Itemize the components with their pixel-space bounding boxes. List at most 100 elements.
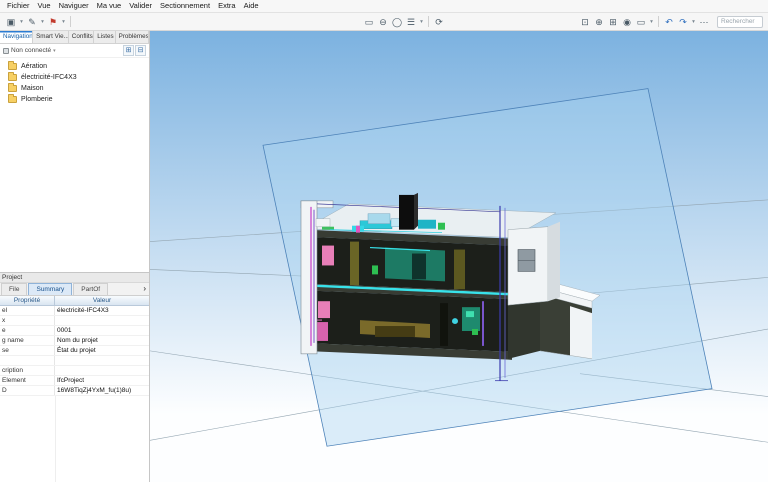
screen-icon[interactable]: ▭ [362, 14, 376, 30]
edit-caret-icon[interactable]: ▾ [39, 14, 46, 30]
property-name: cription [0, 366, 55, 375]
partition-wall [440, 303, 448, 346]
refresh-icon[interactable]: ⟳ [432, 14, 446, 30]
zoom-in-icon[interactable]: ⊕ [592, 14, 606, 30]
tree-item-electricite[interactable]: électricité-IFC4X3 [0, 72, 149, 83]
menu-fichier[interactable]: Fichier [3, 0, 34, 12]
properties-table-filler [0, 396, 149, 482]
green-unit-1f [472, 329, 478, 335]
property-row[interactable]: cription [0, 366, 149, 376]
property-row[interactable]: el électricité-IFC4X3 [0, 306, 149, 316]
tree-item-label: électricité-IFC4X3 [21, 74, 77, 81]
right-wing-side [548, 221, 560, 302]
property-value [55, 356, 149, 365]
property-name [0, 356, 55, 365]
folder-icon [8, 94, 17, 103]
menu-sectionnement[interactable]: Sectionnement [156, 0, 214, 12]
tab-partof[interactable]: PartOf [73, 283, 109, 295]
tab-file[interactable]: File [1, 283, 28, 295]
connection-status: Non connecté [11, 47, 52, 54]
undo-icon[interactable]: ↶ [662, 14, 676, 30]
viewport-canvas[interactable] [150, 31, 768, 482]
edit-icon[interactable]: ✎ [25, 14, 39, 30]
tab-listes[interactable]: Listes [94, 31, 116, 43]
status-caret-icon[interactable]: ▾ [53, 48, 56, 54]
green-unit-2f [372, 265, 378, 275]
tree-item-aeration[interactable]: Aération [0, 61, 149, 72]
roof-unit-blue-a [367, 213, 391, 224]
chimney-side [414, 192, 418, 230]
olive-wall-a [350, 241, 359, 286]
toolbar-right-group: ⊡ ⊕ ⊞ ◉ ▭ ▾ ↶ ↷ ▾ ⋯ [578, 14, 764, 30]
model-tree: Aération électricité-IFC4X3 Maison Plomb… [0, 58, 149, 108]
menu-vue[interactable]: Vue [34, 0, 55, 12]
copy-icon[interactable]: ▣ [4, 14, 18, 30]
property-name: D [0, 386, 55, 395]
toolbar-separator [658, 16, 659, 27]
main-toolbar: ▣ ▾ ✎ ▾ ⚑ ▾ ▭ ⊖ ◯ ☰ ▾ ⟳ ⊡ ⊕ ⊞ ◉ ▭ ▾ ↶ ↷ [0, 13, 768, 31]
roof-green-strip [322, 226, 334, 230]
properties-panel: Project File Summary PartOf › Propriété … [0, 272, 149, 482]
property-name: x [0, 316, 55, 325]
flag-caret-icon[interactable]: ▾ [60, 14, 67, 30]
more-icon[interactable]: ⋯ [697, 14, 711, 30]
tree-item-plomberie[interactable]: Plomberie [0, 94, 149, 105]
property-row[interactable]: e 0001 [0, 326, 149, 336]
menu-aide[interactable]: Aide [240, 0, 263, 12]
property-row[interactable]: se État du projet [0, 346, 149, 356]
toolbar-separator [70, 16, 71, 27]
property-row[interactable]: x [0, 316, 149, 326]
flag-icon[interactable]: ⚑ [46, 14, 60, 30]
menu-ma-vue[interactable]: Ma vue [93, 0, 126, 12]
tree-item-maison[interactable]: Maison [0, 83, 149, 94]
copy-caret-icon[interactable]: ▾ [18, 14, 25, 30]
list-caret-icon[interactable]: ▾ [418, 14, 425, 30]
property-value: électricité-IFC4X3 [57, 307, 109, 314]
sidebar-tabs: Navigation Smart Vie... Conflits Listes … [0, 31, 149, 44]
application-window: Fichier Vue Naviguer Ma vue Valider Sect… [0, 0, 768, 482]
pink-fixture-1 [318, 301, 330, 319]
column-header-property[interactable]: Propriété [0, 296, 55, 305]
search-input[interactable] [717, 15, 763, 28]
tab-summary[interactable]: Summary [28, 283, 73, 295]
tab-conflits[interactable]: Conflits [69, 31, 95, 43]
tree-item-label: Aération [21, 63, 48, 70]
pink-fixture-2 [316, 322, 328, 341]
display-caret-icon[interactable]: ▾ [648, 14, 655, 30]
viewport-3d[interactable] [150, 31, 768, 482]
kitchen-counter-dark [375, 326, 415, 337]
display-icon[interactable]: ▭ [634, 14, 648, 30]
tab-smart-view[interactable]: Smart Vie... [33, 31, 69, 43]
orbit-icon[interactable]: ◉ [620, 14, 634, 30]
menu-naviguer[interactable]: Naviguer [55, 0, 93, 12]
menu-valider[interactable]: Valider [125, 0, 156, 12]
redo-caret-icon[interactable]: ▾ [690, 14, 697, 30]
property-value: État du projet [57, 347, 96, 354]
menu-extra[interactable]: Extra [214, 0, 240, 12]
fit-view-icon[interactable]: ⊡ [578, 14, 592, 30]
list-icon[interactable]: ☰ [404, 14, 418, 30]
column-header-value[interactable]: Valeur [55, 296, 149, 305]
property-value: IfcProject [57, 377, 85, 384]
folder-icon [8, 83, 17, 92]
redo-icon[interactable]: ↷ [676, 14, 690, 30]
property-row[interactable]: g name Nom du projet [0, 336, 149, 346]
tree-tools: ⊞ ⊟ [123, 45, 146, 56]
expand-all-icon[interactable]: ⊞ [123, 45, 134, 56]
tab-navigation[interactable]: Navigation [0, 31, 34, 43]
zoom-window-icon[interactable]: ⊞ [606, 14, 620, 30]
circle-icon[interactable]: ◯ [390, 14, 404, 30]
collapse-all-icon[interactable]: ⊟ [135, 45, 146, 56]
tab-problemes[interactable]: Problèmes [116, 31, 149, 43]
properties-table: Propriété Valeur el électricité-IFC4X3 x… [0, 296, 149, 482]
property-name: el [0, 306, 55, 315]
properties-tabs: File Summary PartOf › [0, 283, 149, 296]
property-row[interactable] [0, 356, 149, 366]
property-name: e [0, 326, 55, 335]
folder-icon [8, 72, 17, 81]
tab-scroll-right-icon[interactable]: › [140, 283, 149, 295]
hide-icon[interactable]: ⊖ [376, 14, 390, 30]
property-row[interactable]: Element IfcProject [0, 376, 149, 386]
connection-status-row: Non connecté ▾ ⊞ ⊟ [0, 44, 149, 58]
property-row[interactable]: D 16W8TiqZj4YxM_fu(1)8u) [0, 386, 149, 396]
